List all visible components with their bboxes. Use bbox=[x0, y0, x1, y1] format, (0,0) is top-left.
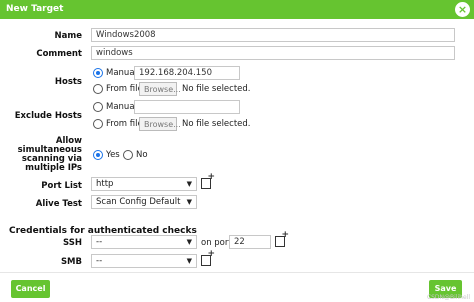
simultaneous-label-line4: multiple IPs bbox=[25, 163, 82, 173]
smb-credential-select[interactable]: -- ▼ bbox=[91, 254, 197, 268]
simultaneous-no-radio[interactable] bbox=[123, 150, 133, 160]
comment-label: Comment bbox=[36, 49, 82, 59]
exclude-manual-radio[interactable] bbox=[93, 102, 103, 112]
chevron-down-icon: ▼ bbox=[186, 180, 192, 188]
new-smb-credential-icon[interactable] bbox=[201, 249, 215, 266]
alive-test-value: Scan Config Default bbox=[96, 197, 181, 207]
ssh-port-input[interactable]: 22 bbox=[229, 235, 271, 249]
smb-credential-value: -- bbox=[96, 256, 103, 266]
dialog-titlebar: New Target × bbox=[0, 0, 474, 19]
hosts-manual-radio[interactable] bbox=[93, 68, 103, 78]
exclude-browse-button[interactable]: Browse... bbox=[139, 117, 181, 131]
exclude-manual-label: Manual bbox=[106, 102, 137, 112]
alive-test-select[interactable]: Scan Config Default ▼ bbox=[91, 195, 197, 209]
hosts-manual-input[interactable]: 192.168.204.150 bbox=[134, 66, 240, 80]
chevron-down-icon: ▼ bbox=[186, 238, 192, 246]
dialog-footer: Cancel Save CSDN@Bilihell bbox=[0, 272, 474, 302]
port-list-label: Port List bbox=[41, 181, 82, 191]
ssh-credential-select[interactable]: -- ▼ bbox=[91, 235, 197, 249]
new-ssh-credential-icon[interactable] bbox=[275, 230, 289, 247]
chevron-down-icon: ▼ bbox=[186, 257, 192, 265]
name-label: Name bbox=[54, 31, 82, 41]
alive-test-label: Alive Test bbox=[35, 199, 82, 209]
simultaneous-yes-radio[interactable] bbox=[93, 150, 103, 160]
exclude-manual-input[interactable] bbox=[134, 100, 240, 114]
exclude-fromfile-label: From file bbox=[106, 119, 143, 129]
hosts-manual-label: Manual bbox=[106, 68, 137, 78]
dialog-title: New Target bbox=[6, 4, 64, 14]
hosts-fromfile-label: From file bbox=[106, 84, 143, 94]
hosts-label: Hosts bbox=[54, 77, 82, 87]
simultaneous-yes-label: Yes bbox=[106, 150, 120, 160]
comment-input[interactable]: windows bbox=[91, 46, 455, 60]
hosts-browse-button[interactable]: Browse... bbox=[139, 82, 181, 96]
new-port-list-icon[interactable] bbox=[201, 172, 215, 189]
close-icon[interactable]: × bbox=[455, 2, 470, 17]
smb-label: SMB bbox=[60, 257, 82, 267]
chevron-down-icon: ▼ bbox=[186, 198, 192, 206]
port-list-value: http bbox=[96, 179, 114, 189]
port-list-select[interactable]: http ▼ bbox=[91, 177, 197, 191]
exclude-hosts-label: Exclude Hosts bbox=[14, 111, 82, 121]
cancel-button[interactable]: Cancel bbox=[11, 280, 50, 298]
ssh-port-label: on port bbox=[201, 238, 232, 248]
simultaneous-no-label: No bbox=[136, 150, 148, 160]
exclude-nofile-text: No file selected. bbox=[182, 119, 251, 129]
hosts-nofile-text: No file selected. bbox=[182, 84, 251, 94]
ssh-label: SSH bbox=[63, 238, 82, 248]
name-input[interactable]: Windows2008 bbox=[91, 28, 455, 42]
ssh-credential-value: -- bbox=[96, 237, 103, 247]
hosts-fromfile-radio[interactable] bbox=[93, 84, 103, 94]
watermark: CSDN@Bilihell bbox=[426, 294, 470, 301]
exclude-fromfile-radio[interactable] bbox=[93, 119, 103, 129]
